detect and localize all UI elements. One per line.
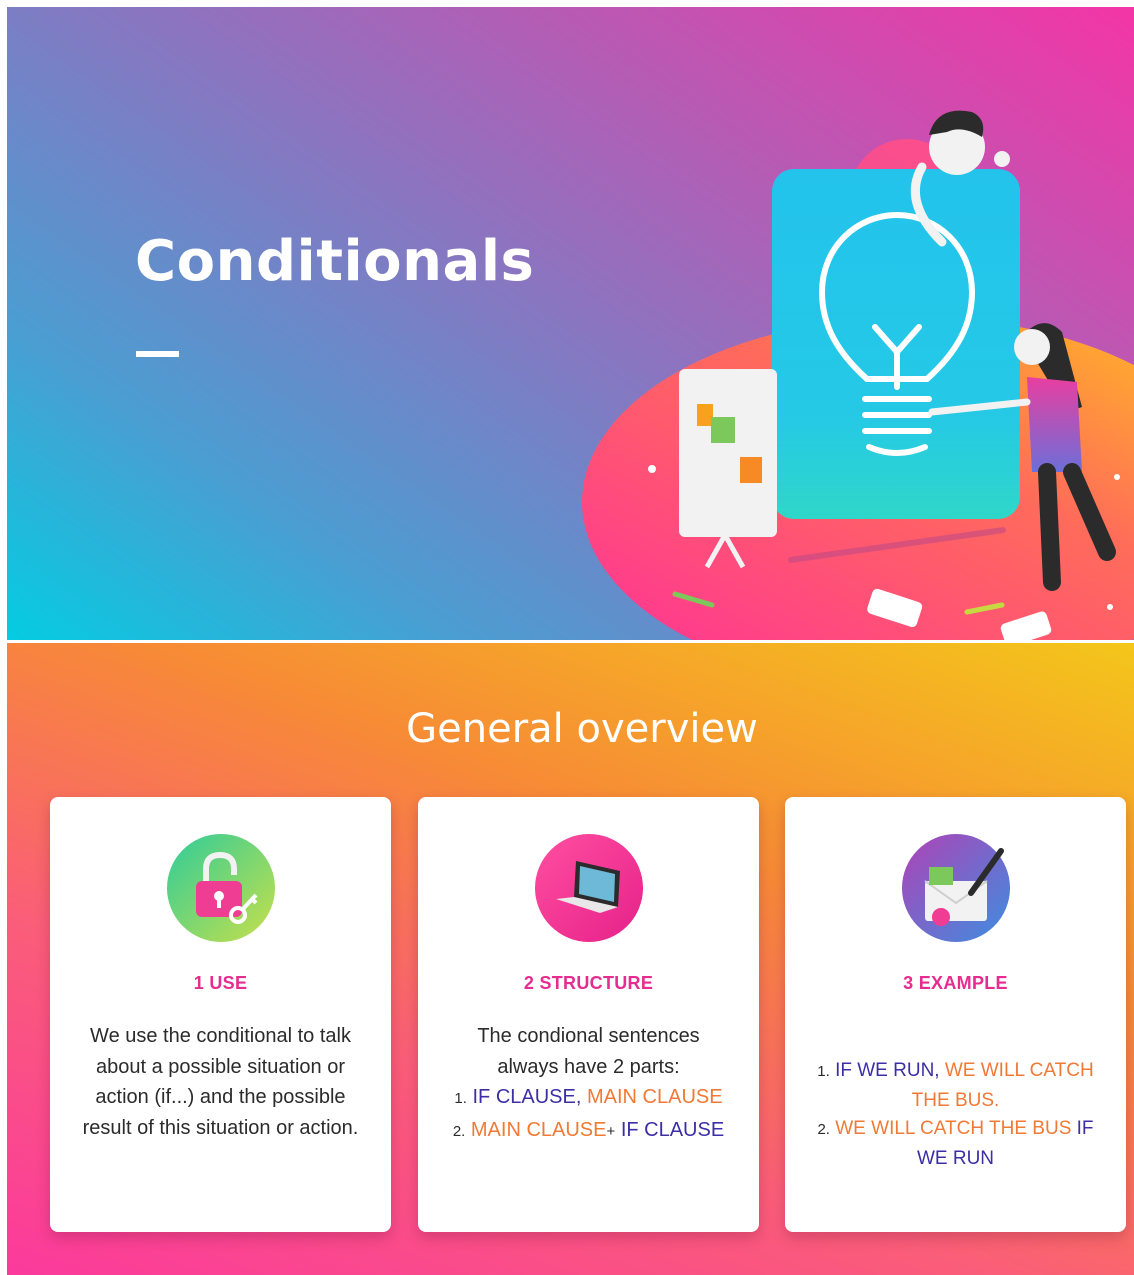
example-item: 1. IF WE RUN, WE WILL CATCH THE BUS. <box>817 1060 1094 1111</box>
hero-banner: Conditionals <box>7 7 1134 640</box>
section-title: General overview <box>406 706 758 752</box>
card-text: The condional sentences always have 2 pa… <box>446 1021 731 1147</box>
structure-item: 1. IF CLAUSE, MAIN CLAUSE <box>454 1086 723 1108</box>
padlock-key-icon <box>166 834 275 942</box>
title-underline <box>136 351 179 357</box>
card-example: 3 EXAMPLE 1. IF WE RUN, WE WILL CATCH TH… <box>785 797 1126 1232</box>
card-heading: 2 STRUCTURE <box>523 973 654 993</box>
structure-intro: The condional sentences always have 2 pa… <box>477 1025 700 1078</box>
hero-illustration <box>582 110 1134 640</box>
letter-pen-icon <box>901 834 1010 942</box>
card-structure: 2 STRUCTURE The condional sentences alwa… <box>418 797 759 1232</box>
structure-item: 2. MAIN CLAUSE+ IF CLAUSE <box>452 1118 725 1141</box>
card-text: We use the conditional to talk about a p… <box>82 1025 359 1139</box>
laptop-icon <box>534 834 643 942</box>
card-heading: 1 USE <box>193 973 248 993</box>
card-use: 1 USE We use the conditional to talk abo… <box>50 797 391 1232</box>
card-text: 1. IF WE RUN, WE WILL CATCH THE BUS. 2. … <box>807 1057 1104 1173</box>
page-title: Conditionals <box>135 229 535 294</box>
card-heading: 3 EXAMPLE <box>903 973 1008 993</box>
example-item: 2. WE WILL CATCH THE BUS IF WE RUN <box>817 1118 1094 1169</box>
overview-section: General overview 1 USE We use the condit… <box>7 643 1134 1275</box>
